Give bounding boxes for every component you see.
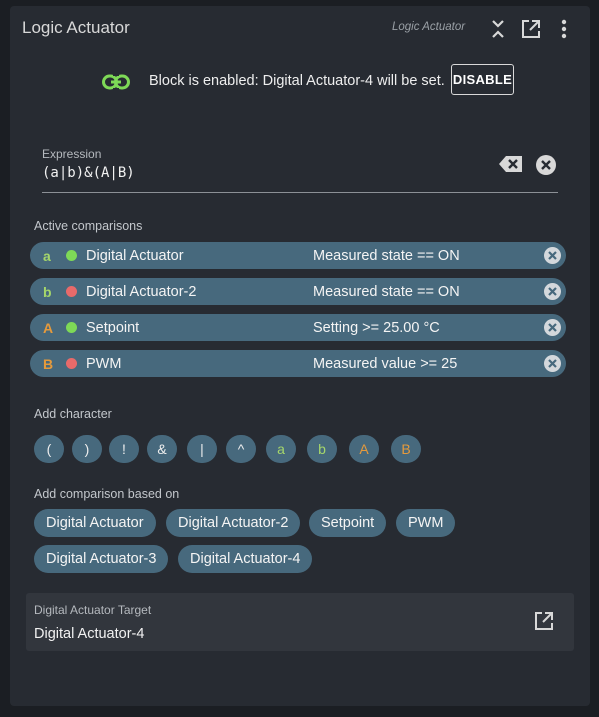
state-indicator xyxy=(66,286,77,297)
char-button-and[interactable]: & xyxy=(147,435,177,463)
collapse-icon[interactable] xyxy=(487,18,509,40)
more-vert-icon[interactable] xyxy=(553,18,575,40)
card-title: Logic Actuator xyxy=(22,18,130,37)
add-comparison-chip[interactable]: PWM xyxy=(396,509,456,537)
state-indicator xyxy=(66,358,77,369)
comparison-condition: Measured value >= 25 xyxy=(313,356,458,372)
block-type-label: Logic Actuator xyxy=(392,21,466,33)
remove-comparison-icon[interactable] xyxy=(543,282,562,301)
char-button-xor[interactable]: ^ xyxy=(226,435,256,463)
status-bar: Block is enabled: Digital Actuator-4 wil… xyxy=(10,64,590,100)
add-comparison-chip[interactable]: Setpoint xyxy=(309,509,387,537)
expression-label: Expression xyxy=(42,147,102,161)
open-external-icon[interactable] xyxy=(533,610,555,632)
comparison-letter: A xyxy=(43,320,54,336)
remove-comparison-icon[interactable] xyxy=(543,354,562,373)
comparison-block-name: Digital Actuator xyxy=(86,248,184,264)
char-button-open-paren[interactable]: ( xyxy=(34,435,64,463)
comparison-block-name: Setpoint xyxy=(86,320,140,336)
comparison-letter: b xyxy=(43,284,52,300)
add-comparison-label: Add comparison based on xyxy=(34,487,180,501)
target-value[interactable]: Digital Actuator-4 xyxy=(34,626,144,642)
comparison-condition: Setting >= 25.00 °C xyxy=(313,320,440,336)
add-comparison-chip[interactable]: Digital Actuator-3 xyxy=(34,545,169,573)
active-comparisons-label: Active comparisons xyxy=(34,219,143,233)
add-comparison-chip[interactable]: Digital Actuator-2 xyxy=(166,509,301,537)
char-button-close-paren[interactable]: ) xyxy=(72,435,102,463)
target-label: Digital Actuator Target xyxy=(34,603,152,617)
clear-icon[interactable] xyxy=(535,154,557,176)
status-text: Block is enabled: Digital Actuator-4 wil… xyxy=(149,73,445,89)
comparison-row[interactable]: a Digital Actuator Measured state == ON xyxy=(30,242,566,269)
comparison-block-name: PWM xyxy=(86,356,122,372)
open-external-icon[interactable] xyxy=(520,18,542,40)
char-button-A[interactable]: A xyxy=(349,435,379,463)
char-button-b[interactable]: b xyxy=(307,435,337,463)
remove-comparison-icon[interactable] xyxy=(543,246,562,265)
add-character-label: Add character xyxy=(34,407,112,421)
comparison-letter: a xyxy=(43,248,51,264)
comparison-condition: Measured state == ON xyxy=(313,248,460,264)
char-button-not[interactable]: ! xyxy=(109,435,139,463)
comparison-condition: Measured state == ON xyxy=(313,284,460,300)
remove-comparison-icon[interactable] xyxy=(543,318,562,337)
char-button-B[interactable]: B xyxy=(391,435,421,463)
comparison-row[interactable]: B PWM Measured value >= 25 xyxy=(30,350,566,377)
comparison-letter: B xyxy=(43,356,54,372)
disable-button[interactable]: DISABLE xyxy=(451,64,514,95)
link-icon xyxy=(102,71,130,93)
target-field[interactable]: Digital Actuator Target Digital Actuator… xyxy=(26,593,574,651)
expression-input[interactable]: (a|b)&(A|B) xyxy=(42,165,135,181)
add-comparison-chip[interactable]: Digital Actuator-4 xyxy=(178,545,313,573)
add-comparison-chip[interactable]: Digital Actuator xyxy=(34,509,156,537)
card-header: Logic Actuator Logic Actuator xyxy=(10,6,590,50)
comparison-row[interactable]: b Digital Actuator-2 Measured state == O… xyxy=(30,278,566,305)
comparison-block-name: Digital Actuator-2 xyxy=(86,284,197,300)
backspace-icon[interactable] xyxy=(498,154,524,174)
state-indicator xyxy=(66,322,77,333)
char-button-or[interactable]: | xyxy=(187,435,217,463)
expression-underline xyxy=(42,192,558,193)
logic-actuator-card: Logic Actuator Logic Actuator Block is e… xyxy=(10,6,590,706)
char-button-a[interactable]: a xyxy=(266,435,296,463)
comparison-row[interactable]: A Setpoint Setting >= 25.00 °C xyxy=(30,314,566,341)
state-indicator xyxy=(66,250,77,261)
